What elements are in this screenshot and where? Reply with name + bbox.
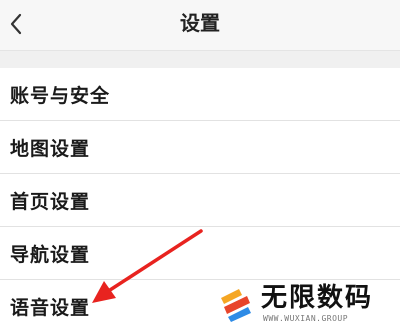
- settings-item-map[interactable]: 地图设置: [0, 121, 400, 174]
- settings-item-label: 首页设置: [10, 190, 91, 213]
- section-gap: [0, 51, 400, 68]
- page-title: 设置: [180, 11, 220, 35]
- watermark: 无限数码 WWW.WUXIAN.GROUP: [210, 281, 398, 329]
- settings-item-navigation[interactable]: 导航设置: [0, 227, 400, 280]
- settings-item-label: 账号与安全: [10, 84, 111, 107]
- watermark-subtitle: WWW.WUXIAN.GROUP: [263, 314, 349, 323]
- back-button[interactable]: [2, 4, 30, 44]
- logo-icon: [221, 289, 251, 322]
- settings-item-label: 地图设置: [10, 137, 91, 160]
- settings-item-label: 导航设置: [10, 243, 91, 266]
- settings-item-account-security[interactable]: 账号与安全: [0, 68, 400, 121]
- chevron-left-icon: [10, 13, 22, 35]
- nav-bar: 设置: [0, 0, 400, 51]
- watermark-title: 无限数码: [261, 283, 374, 313]
- settings-item-home[interactable]: 首页设置: [0, 174, 400, 227]
- settings-item-label: 语音设置: [10, 297, 91, 319]
